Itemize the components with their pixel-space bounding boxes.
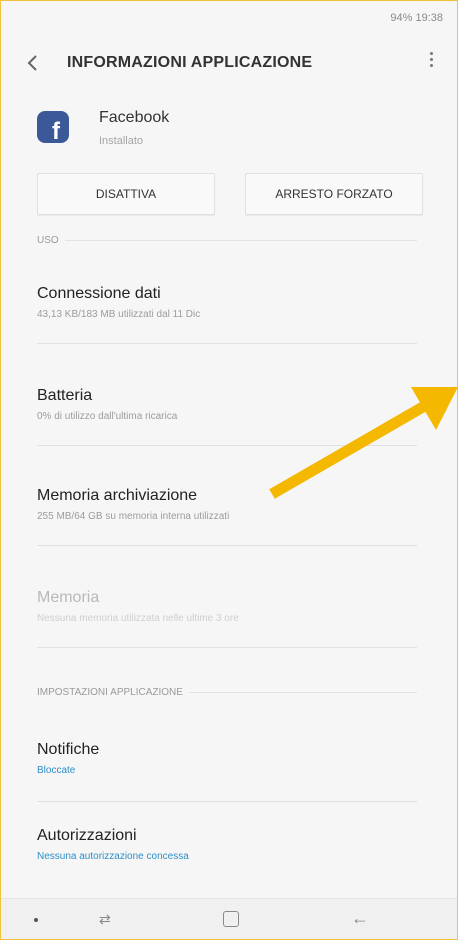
divider [37,647,417,648]
facebook-icon: f [37,111,69,143]
section-header-usage: USO [37,235,417,246]
section-header-label: IMPOSTAZIONI APPLICAZIONE [37,687,183,698]
settings-item-permissions[interactable]: Autorizzazioni Nessuna autorizzazione co… [37,827,417,862]
item-title: Connessione dati [37,285,161,302]
usage-item-battery[interactable]: Batteria 0% di utilizzo dall'ultima rica… [37,387,417,422]
screen-frame: 94% 19:38 INFORMAZIONI APPLICAZIONE f Fa… [0,0,458,940]
section-divider [188,692,417,693]
home-icon[interactable] [223,911,239,927]
divider [37,343,417,344]
status-text: 94% 19:38 [390,12,443,24]
usage-item-data[interactable]: Connessione dati 43,13 KB/183 MB utilizz… [37,285,417,320]
app-bar: INFORMAZIONI APPLICAZIONE [1,35,457,91]
usage-item-memory: Memoria Nessuna memoria utilizzata nelle… [37,589,417,624]
section-header-app-settings: IMPOSTAZIONI APPLICAZIONE [37,687,417,698]
item-subtitle: Nessuna autorizzazione concessa [37,851,189,862]
more-vertical-icon[interactable] [421,49,441,77]
item-subtitle: 0% di utilizzo dall'ultima ricarica [37,411,178,422]
usage-item-storage[interactable]: Memoria archiviazione 255 MB/64 GB su me… [37,487,417,522]
item-subtitle: Bloccate [37,765,76,776]
item-title: Batteria [37,387,93,404]
page-title: INFORMAZIONI APPLICAZIONE [67,54,313,71]
app-status: Installato [99,135,144,147]
back-arrow-icon[interactable]: ← [351,908,369,929]
status-bar: 94% 19:38 [1,1,457,35]
item-title: Memoria archiviazione [37,487,198,504]
item-title: Autorizzazioni [37,827,137,844]
app-name: Facebook [99,109,170,126]
item-subtitle: Nessuna memoria utilizzata nelle ultime … [37,613,239,624]
divider [37,801,417,802]
force-stop-button[interactable]: ARRESTO FORZATO [245,173,423,215]
divider [37,445,417,446]
section-header-label: USO [37,235,59,246]
divider [37,545,417,546]
item-subtitle: 255 MB/64 GB su memoria interna utilizza… [37,511,230,522]
chevron-left-icon[interactable] [23,51,43,75]
disable-button[interactable]: DISATTIVA [37,173,215,215]
recent-apps-icon[interactable]: ⇄ [99,911,115,927]
item-title: Memoria [37,589,100,606]
item-title: Notifiche [37,741,100,758]
navigation-bar: ⇄ ← [1,898,457,939]
settings-item-notifications[interactable]: Notifiche Bloccate [37,741,417,776]
dot-icon [34,918,38,922]
section-divider [64,240,417,241]
item-subtitle: 43,13 KB/183 MB utilizzati dal 11 Dic [37,309,201,320]
